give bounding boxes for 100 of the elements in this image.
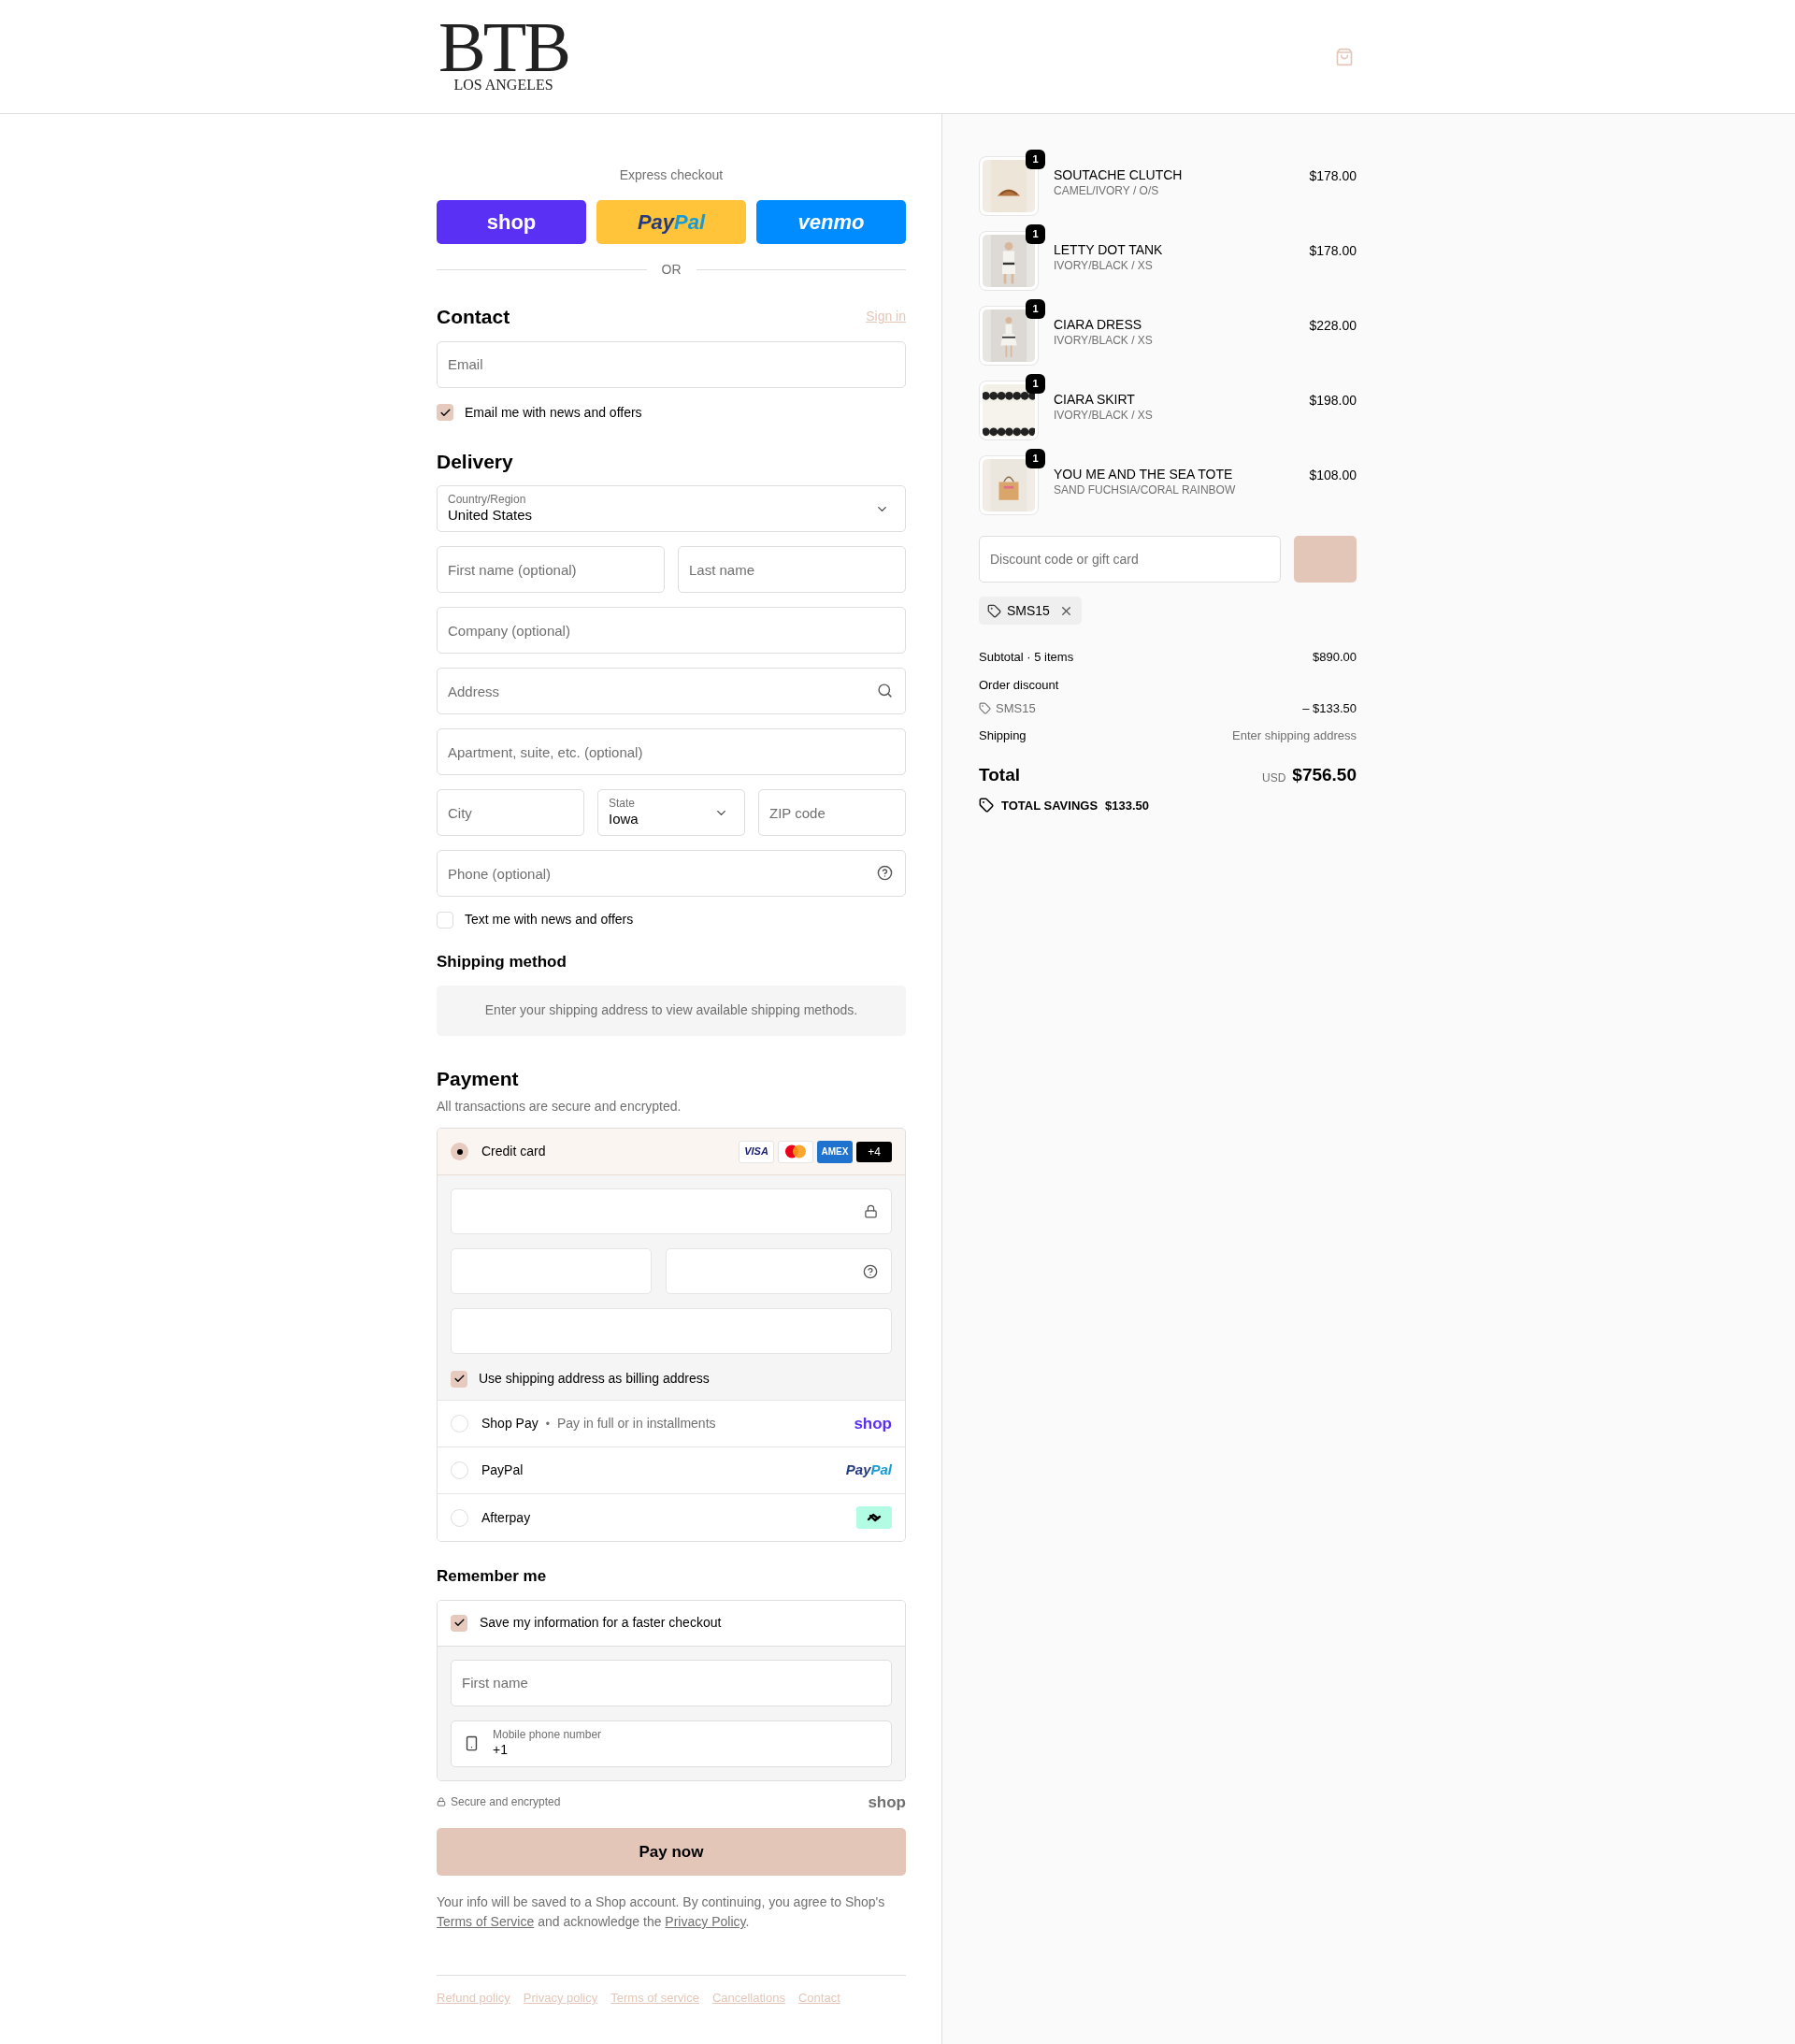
product-price: $198.00 bbox=[1309, 392, 1357, 410]
tag-icon bbox=[979, 798, 994, 813]
venmo-button[interactable]: venmo bbox=[756, 200, 906, 244]
tag-icon bbox=[979, 702, 991, 715]
security-note: Secure and encrypted bbox=[451, 1794, 561, 1811]
discount-code: SMS15 bbox=[996, 700, 1036, 717]
checkbox[interactable] bbox=[437, 404, 453, 421]
product-name: CIARA DRESS bbox=[1054, 316, 1143, 333]
tag-icon bbox=[987, 603, 1001, 618]
payment-method-label: Shop Pay bbox=[481, 1415, 538, 1432]
name-on-card-field[interactable] bbox=[451, 1308, 892, 1354]
help-icon bbox=[877, 865, 893, 881]
product-variant: CAMEL/IVORY / O/S bbox=[1054, 183, 1160, 198]
checkbox-label: Use shipping address as billing address bbox=[479, 1370, 710, 1388]
terms-link[interactable]: Terms of Service bbox=[437, 1914, 535, 1929]
shop-pay-button[interactable]: shop bbox=[437, 200, 586, 244]
product-price: $178.00 bbox=[1309, 242, 1357, 260]
product-price: $108.00 bbox=[1309, 467, 1357, 484]
section-caption: Express checkout bbox=[618, 166, 725, 184]
section-subtitle: All transactions are secure and encrypted. bbox=[437, 1098, 682, 1116]
input-field[interactable]: City bbox=[437, 789, 584, 836]
checkbox[interactable] bbox=[451, 1370, 467, 1388]
shop-logo: shop bbox=[868, 1792, 906, 1813]
savings-label: TOTAL SAVINGS bbox=[1001, 797, 1099, 814]
search-icon bbox=[877, 683, 893, 698]
input-field[interactable]: Company (optional) bbox=[437, 607, 906, 654]
checkbox-label: Email me with news and offers bbox=[465, 403, 642, 422]
help-icon bbox=[863, 1263, 878, 1279]
total-amount: $756.50 bbox=[1292, 764, 1357, 786]
paypal-button[interactable]: PayPal bbox=[596, 200, 746, 244]
payment-method-note: Pay in full or in installments bbox=[556, 1415, 716, 1432]
quantity-badge: 1 bbox=[1026, 224, 1045, 244]
pay-now-button[interactable]: Pay now bbox=[437, 1828, 906, 1876]
checkbox[interactable] bbox=[451, 1614, 467, 1632]
payment-method-label: Credit card bbox=[481, 1143, 546, 1160]
mastercard-logo bbox=[778, 1140, 813, 1163]
radio-button[interactable] bbox=[451, 1143, 468, 1160]
radio-button[interactable] bbox=[451, 1415, 468, 1432]
product-name: CIARA SKIRT bbox=[1054, 391, 1136, 408]
input-field[interactable]: First name (optional) bbox=[437, 546, 665, 593]
radio-button[interactable] bbox=[451, 1508, 468, 1527]
security-code-field[interactable] bbox=[665, 1248, 892, 1294]
product-variant: IVORY/BLACK / XS bbox=[1054, 258, 1154, 273]
currency-code: USD bbox=[1261, 770, 1286, 786]
visa-card-logo: VISA bbox=[739, 1140, 774, 1163]
input-field[interactable]: Phone (optional) bbox=[437, 850, 906, 897]
product-variant: IVORY/BLACK / XS bbox=[1054, 333, 1154, 348]
select-field[interactable]: State Iowa bbox=[597, 789, 745, 836]
shipping-method-notice: Enter your shipping address to view available shipping methods. bbox=[437, 985, 906, 1036]
checkbox-label: Save my information for a faster checkout bbox=[480, 1614, 722, 1632]
expiration-date-field[interactable] bbox=[451, 1248, 652, 1294]
checkbox-label: Text me with news and offers bbox=[465, 911, 634, 928]
input-field[interactable]: Apartment, suite, etc. (optional) bbox=[437, 728, 906, 775]
separator-dot: • bbox=[545, 1416, 550, 1432]
section-title: Contact bbox=[437, 305, 510, 329]
product-variant: IVORY/BLACK / XS bbox=[1054, 408, 1154, 423]
quantity-badge: 1 bbox=[1026, 150, 1045, 169]
shopping-bag-icon[interactable] bbox=[1334, 47, 1354, 66]
payment-method-option[interactable]: Credit card VISA AMEX +4 bbox=[438, 1129, 905, 1175]
input-field[interactable]: Last name bbox=[678, 546, 906, 593]
summary-value: Enter shipping address bbox=[1232, 727, 1357, 744]
product-variant: SAND FUCHSIA/CORAL RAINBOW bbox=[1054, 482, 1237, 497]
summary-value: $890.00 bbox=[1313, 649, 1357, 666]
lock-icon bbox=[437, 1797, 446, 1807]
discount-code-field[interactable]: Discount code or gift card bbox=[979, 536, 1281, 583]
payment-method-label: Afterpay bbox=[481, 1508, 531, 1527]
summary-label: Subtotal · 5 items bbox=[979, 649, 1074, 666]
radio-button[interactable] bbox=[451, 1461, 468, 1479]
section-title: Remember me bbox=[437, 1566, 548, 1587]
phone-icon bbox=[464, 1735, 480, 1751]
lock-icon bbox=[864, 1204, 878, 1218]
total-label: Total bbox=[979, 764, 1020, 786]
checkbox[interactable] bbox=[437, 911, 453, 928]
phone-field[interactable]: Mobile phone number +1 bbox=[451, 1720, 892, 1767]
brand-subtitle: LOS ANGELES bbox=[453, 76, 553, 94]
summary-label: Order discount bbox=[979, 676, 1060, 694]
amex-card-logo: AMEX bbox=[817, 1140, 853, 1163]
apply-button[interactable] bbox=[1294, 536, 1357, 583]
select-field[interactable]: Country/Region United States bbox=[437, 485, 906, 532]
first-name-field[interactable]: First name bbox=[451, 1659, 892, 1706]
check-icon bbox=[452, 1373, 466, 1385]
shop-pay-logo: shop bbox=[854, 1413, 892, 1434]
product-name: YOU ME AND THE SEA TOTE bbox=[1054, 466, 1234, 482]
divider-label: OR bbox=[661, 261, 682, 279]
summary-label: Shipping bbox=[979, 727, 1027, 744]
more-cards-badge: +4 bbox=[856, 1141, 892, 1162]
card-number-field[interactable] bbox=[451, 1188, 892, 1234]
quantity-badge: 1 bbox=[1026, 299, 1045, 319]
input-field[interactable]: Address bbox=[437, 668, 906, 714]
payment-method-label: PayPal bbox=[481, 1461, 524, 1479]
section-title: Shipping method bbox=[437, 952, 567, 972]
quantity-badge: 1 bbox=[1026, 449, 1045, 468]
input-field[interactable]: ZIP code bbox=[758, 789, 906, 836]
product-price: $178.00 bbox=[1309, 167, 1357, 185]
product-price: $228.00 bbox=[1309, 317, 1357, 335]
product-name: LETTY DOT TANK bbox=[1054, 241, 1164, 258]
quantity-badge: 1 bbox=[1026, 374, 1045, 394]
email-field[interactable]: Email bbox=[437, 340, 906, 388]
brand-logo[interactable]: BTB bbox=[438, 16, 568, 77]
paypal-logo: PayPal bbox=[845, 1461, 892, 1480]
